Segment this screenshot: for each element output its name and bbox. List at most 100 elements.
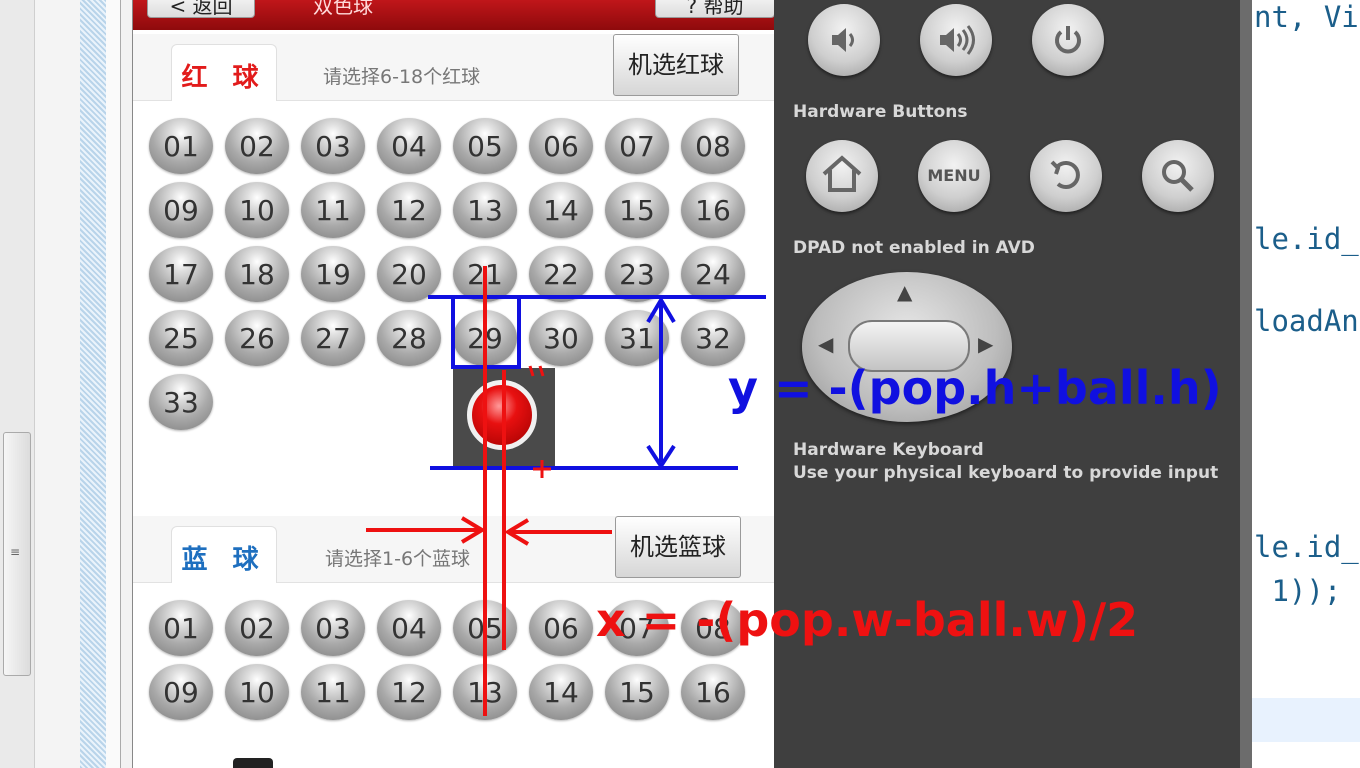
- hardware-keyboard-desc: Use your physical keyboard to provide in…: [793, 463, 1219, 483]
- red-ball-33[interactable]: 33: [149, 374, 213, 430]
- blue-ball-03[interactable]: 03: [301, 600, 365, 656]
- red-ball-31[interactable]: 31: [605, 310, 669, 366]
- back-button[interactable]: < 返回: [147, 0, 255, 18]
- popup-window: [453, 368, 555, 466]
- volume-down-icon: [832, 28, 854, 52]
- search-icon: [1162, 160, 1194, 192]
- blue-ball-07[interactable]: 07: [605, 600, 669, 656]
- code-line: loadAn: [1254, 304, 1359, 338]
- red-ball-24[interactable]: 24: [681, 246, 745, 302]
- blue-ball-10[interactable]: 10: [225, 664, 289, 720]
- red-ball-07[interactable]: 07: [605, 118, 669, 174]
- red-ball-02[interactable]: 02: [225, 118, 289, 174]
- back-arrow-icon: [1050, 160, 1080, 189]
- random-red-button[interactable]: 机选红球: [613, 34, 739, 96]
- tab-blue-ball[interactable]: 蓝 球: [171, 526, 277, 583]
- help-button[interactable]: ? 帮助: [655, 0, 775, 18]
- red-ball-06[interactable]: 06: [529, 118, 593, 174]
- bottom-icon: [233, 758, 273, 768]
- window-border: [80, 0, 106, 768]
- emulator-controls: Hardware Buttons MENU DPAD not enabled i…: [774, 0, 1240, 768]
- tab-red-ball[interactable]: 红 球: [171, 44, 277, 101]
- red-ball-12[interactable]: 12: [377, 182, 441, 238]
- red-ball-21[interactable]: 21: [453, 246, 517, 302]
- red-ball-27[interactable]: 27: [301, 310, 365, 366]
- red-ball-23[interactable]: 23: [605, 246, 669, 302]
- back-hardware-button[interactable]: [1030, 140, 1102, 212]
- volume-up-button[interactable]: [920, 4, 992, 76]
- blue-ball-06[interactable]: 06: [529, 600, 593, 656]
- emulator-frame: [106, 0, 121, 768]
- volume-down-button[interactable]: [808, 4, 880, 76]
- phone-screen: < 返回 双色球 ? 帮助 红 球 请选择6-18个红球 机选红球 01 02 03…: [132, 0, 775, 768]
- red-ball-08[interactable]: 08: [681, 118, 745, 174]
- blue-ball-14[interactable]: 14: [529, 664, 593, 720]
- search-button[interactable]: [1142, 140, 1214, 212]
- current-line-highlight: [1252, 698, 1360, 742]
- home-button[interactable]: [806, 140, 878, 212]
- blue-ball-02[interactable]: 02: [225, 600, 289, 656]
- red-ball-04[interactable]: 04: [377, 118, 441, 174]
- red-ball-16[interactable]: 16: [681, 182, 745, 238]
- red-ball-30[interactable]: 30: [529, 310, 593, 366]
- code-line: le.id_: [1254, 530, 1359, 564]
- code-line: le.id_: [1254, 222, 1359, 256]
- blue-ball-01[interactable]: 01: [149, 600, 213, 656]
- hardware-buttons-label: Hardware Buttons: [793, 102, 968, 122]
- red-ball-28[interactable]: 28: [377, 310, 441, 366]
- red-ball-17[interactable]: 17: [149, 246, 213, 302]
- power-button[interactable]: [1032, 4, 1104, 76]
- red-ball-11[interactable]: 11: [301, 182, 365, 238]
- red-ball-hint: 请选择6-18个红球: [323, 66, 481, 88]
- dpad-center-button: [848, 320, 970, 372]
- red-ball-22[interactable]: 22: [529, 246, 593, 302]
- red-ball-09[interactable]: 09: [149, 182, 213, 238]
- blue-ball-04[interactable]: 04: [377, 600, 441, 656]
- blue-ball-09[interactable]: 09: [149, 664, 213, 720]
- blue-ball-12[interactable]: 12: [377, 664, 441, 720]
- red-ball-32[interactable]: 32: [681, 310, 745, 366]
- dpad-right-icon: ▶: [978, 332, 994, 356]
- red-ball-header: 红 球 请选择6-18个红球 机选红球: [133, 34, 775, 101]
- code-editor[interactable]: nt, Vi le.id_ loadAn le.id_ 1));: [1240, 0, 1360, 768]
- red-ball-13[interactable]: 13: [453, 182, 517, 238]
- red-ball-05[interactable]: 05: [453, 118, 517, 174]
- dpad: ▲ ◀ ▶: [802, 272, 1012, 422]
- blue-ball-05[interactable]: 05: [453, 600, 517, 656]
- volume-up-icon: [940, 25, 975, 55]
- blue-ball-16[interactable]: 16: [681, 664, 745, 720]
- selected-red-ball: [467, 380, 537, 450]
- random-blue-button[interactable]: 机选篮球: [615, 516, 741, 578]
- power-icon: [1055, 26, 1081, 54]
- menu-button[interactable]: MENU: [918, 140, 990, 212]
- blue-ball-11[interactable]: 11: [301, 664, 365, 720]
- red-ball-25[interactable]: 25: [149, 310, 213, 366]
- dpad-label: DPAD: [793, 238, 846, 258]
- code-line: nt, Vi: [1254, 0, 1359, 34]
- page-title: 双色球: [313, 0, 373, 18]
- dpad-left-icon: ◀: [818, 332, 834, 356]
- blue-ball-header: 蓝 球 请选择1-6个蓝球 机选篮球: [133, 516, 775, 583]
- blue-ball-08[interactable]: 08: [681, 600, 745, 656]
- dpad-up-icon: ▲: [897, 280, 913, 304]
- blue-ball-13[interactable]: 13: [453, 664, 517, 720]
- dpad-status: DPAD not enabled in AVD: [793, 238, 1035, 258]
- red-ball-18[interactable]: 18: [225, 246, 289, 302]
- red-ball-26[interactable]: 26: [225, 310, 289, 366]
- blue-ball-15[interactable]: 15: [605, 664, 669, 720]
- title-bar: < 返回 双色球 ? 帮助: [133, 0, 775, 30]
- red-ball-14[interactable]: 14: [529, 182, 593, 238]
- blue-ball-hint: 请选择1-6个蓝球: [325, 548, 471, 570]
- code-line: 1));: [1254, 574, 1342, 608]
- red-ball-19[interactable]: 19: [301, 246, 365, 302]
- home-icon: [822, 155, 862, 192]
- red-ball-20[interactable]: 20: [377, 246, 441, 302]
- red-ball-10[interactable]: 10: [225, 182, 289, 238]
- grip-icon: ≡: [9, 545, 21, 559]
- hardware-keyboard-title: Hardware Keyboard: [793, 440, 984, 460]
- red-ball-03[interactable]: 03: [301, 118, 365, 174]
- red-ball-15[interactable]: 15: [605, 182, 669, 238]
- dpad-status-text: not enabled in AVD: [845, 238, 1035, 258]
- red-ball-29[interactable]: 29: [453, 310, 517, 366]
- red-ball-01[interactable]: 01: [149, 118, 213, 174]
